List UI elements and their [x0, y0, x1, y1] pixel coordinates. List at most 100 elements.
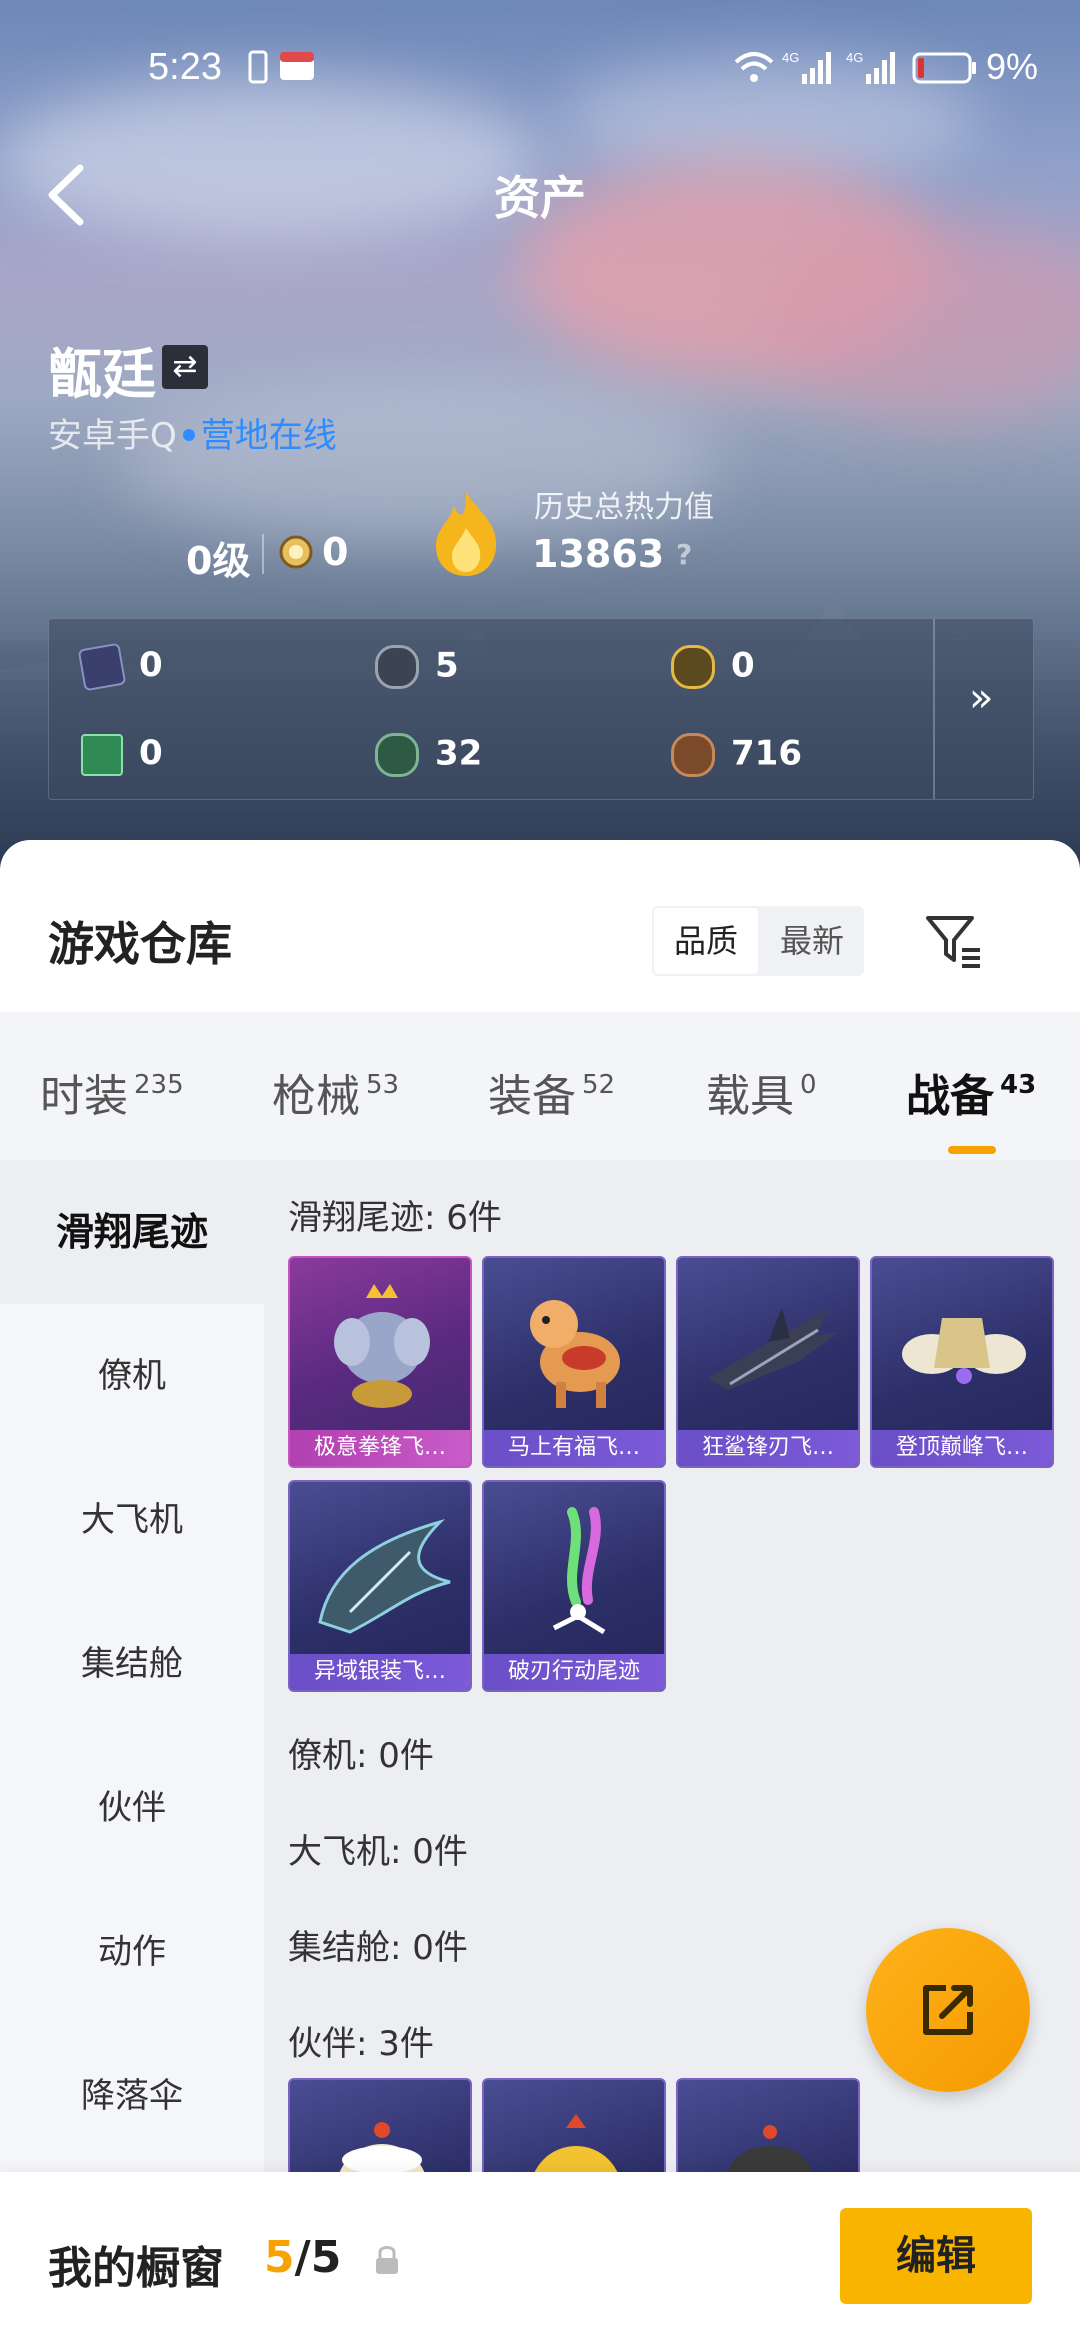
profile-hero: 5:23 4G 4G 9% 资产 甑廷 ⇄ 安卓手Q 营地在线 0级 0 历史总热… [0, 0, 1080, 880]
item-label: 异域银装飞… [290, 1654, 470, 1690]
currency-item: 0 [81, 733, 163, 776]
currency-value: 0 [139, 645, 163, 685]
showcase-bar: 我的橱窗 5/5 编辑 [0, 2172, 1080, 2340]
currency-value: 0 [731, 645, 755, 686]
more-currency-button[interactable]: » [969, 675, 993, 721]
currency-panel[interactable]: 0 5 0 0 32 716 » [48, 618, 1034, 800]
sidebar-item-pod[interactable]: 集结舱 [0, 1592, 264, 1736]
filter-icon[interactable] [922, 908, 986, 972]
switch-account-icon[interactable]: ⇄ [162, 345, 208, 389]
sidebar-item-companion[interactable]: 伙伴 [0, 1736, 264, 1880]
item-label: 极意拳锋飞… [290, 1430, 470, 1466]
sort-latest-option[interactable]: 最新 [760, 906, 864, 976]
tab-readiness[interactable]: 战备 43 [906, 1060, 1036, 1124]
currency-item: 0 [77, 642, 163, 691]
player-name: 甑廷 [48, 343, 156, 406]
external-link-icon [923, 1985, 973, 2035]
sidebar-item-plane[interactable]: 大飞机 [0, 1448, 264, 1592]
sidebar-item-glide-trail[interactable]: 滑翔尾迹 [0, 1160, 264, 1304]
sort-quality-option[interactable]: 品质 [654, 908, 758, 974]
platform-label: 安卓手Q [48, 416, 177, 456]
heat-value: 13863 [532, 532, 665, 576]
status-time: 5:23 [148, 46, 222, 88]
item-grid: 滑翔尾迹: 6件 极意拳锋飞… 马上有福飞… 狂鲨锋刃飞… 登顶巅峰飞… 异域银… [264, 1160, 1080, 2340]
tab-vehicles[interactable]: 载具 0 [706, 1060, 817, 1124]
item-card[interactable]: 极意拳锋飞… [288, 1256, 472, 1468]
page-title: 资产 [494, 171, 586, 225]
sort-toggle: 品质 最新 [652, 906, 864, 976]
currency-item: 32 [375, 733, 482, 777]
tab-count: 0 [800, 1070, 817, 1100]
signal-icon: 4G [846, 50, 895, 84]
jet-wing-icon [902, 1318, 1026, 1384]
edit-button[interactable]: 编辑 [840, 2208, 1032, 2304]
currency-value: 32 [435, 733, 483, 774]
divider [933, 619, 935, 799]
share-button[interactable] [866, 1928, 1030, 2092]
showcase-title: 我的橱窗 [48, 2243, 224, 2294]
silver-coin-icon [375, 645, 419, 689]
tab-outfits[interactable]: 时装 235 [40, 1060, 184, 1124]
tab-label: 装备 [488, 1071, 576, 1122]
item-card[interactable]: 破刃行动尾迹 [482, 1480, 666, 1692]
ticket-icon [81, 733, 123, 776]
battery-icon [912, 52, 976, 84]
flame-icon [436, 492, 497, 576]
section-title: 滑翔尾迹: 6件 [288, 1198, 502, 1238]
item-label: 登顶巅峰飞… [872, 1430, 1052, 1466]
item-label: 狂鲨锋刃飞… [678, 1430, 858, 1466]
currency-item: 5 [375, 645, 459, 689]
category-tabs: 时装 235 枪械 53 装备 52 载具 0 战备 43 [0, 1012, 1080, 1160]
shark-glider-icon [708, 1308, 838, 1390]
app-notification-icon [280, 52, 314, 80]
smoke-trail-icon [552, 1507, 606, 1635]
tab-count: 235 [134, 1070, 184, 1100]
tab-label: 载具 [706, 1071, 794, 1122]
tab-guns[interactable]: 枪械 53 [272, 1060, 399, 1124]
tab-equipment[interactable]: 装备 52 [488, 1060, 615, 1124]
item-card[interactable]: 马上有福飞… [482, 1256, 666, 1468]
rank-badge-icon [279, 535, 313, 569]
svg-text:4G: 4G [846, 50, 863, 65]
item-card[interactable]: 狂鲨锋刃飞… [676, 1256, 860, 1468]
lock-icon [376, 2246, 398, 2274]
player-level: 0级 [186, 539, 251, 583]
warehouse-sheet: 游戏仓库 品质 最新 时装 235 枪械 53 装备 52 载具 0 战备 43 滑翔尾迹… [0, 840, 1080, 2340]
battery-percent: 9% [986, 46, 1039, 87]
tab-label: 枪械 [272, 1071, 360, 1122]
svg-text:4G: 4G [782, 50, 799, 65]
divider [262, 534, 264, 574]
currency-value: 5 [435, 645, 459, 686]
elephant-boxer-icon [334, 1284, 430, 1408]
item-card[interactable]: 登顶巅峰飞… [870, 1256, 1054, 1468]
lucky-horse-icon [530, 1300, 620, 1408]
sidebar-item-wingman[interactable]: 僚机 [0, 1304, 264, 1448]
category-sidebar: 滑翔尾迹 僚机 大飞机 集结舱 伙伴 动作 降落伞 [0, 1160, 264, 2340]
item-label: 马上有福飞… [484, 1430, 664, 1466]
tab-count: 53 [366, 1070, 400, 1100]
showcase-count: 5/5 [264, 2232, 341, 2283]
heat-label: 历史总热力值 [534, 490, 714, 525]
section-title: 伙伴: 3件 [288, 2024, 434, 2064]
help-icon[interactable]: ? [676, 538, 692, 571]
exotic-silver-wing-icon [318, 1518, 451, 1634]
section-title: 僚机: 0件 [288, 1736, 434, 1776]
item-card[interactable]: 异域银装飞… [288, 1480, 472, 1692]
player-platform: 安卓手Q 营地在线 [48, 408, 337, 457]
tab-label: 时装 [40, 1071, 128, 1122]
signal-icon: 4G [782, 50, 831, 84]
section-title: 集结舱: 0件 [288, 1928, 468, 1968]
sidebar-item-emote[interactable]: 动作 [0, 1880, 264, 2024]
online-dot [182, 428, 195, 441]
sidebar-item-parachute[interactable]: 降落伞 [0, 2024, 264, 2168]
tab-count: 52 [582, 1070, 616, 1100]
green-coin-icon [375, 733, 419, 777]
gold-coin-icon [671, 645, 715, 689]
status-bar: 5:23 4G 4G 9% [0, 0, 1080, 130]
bronze-coin-icon [671, 733, 715, 777]
wifi-icon [734, 52, 774, 82]
currency-item: 0 [671, 645, 755, 689]
rank-badge-value: 0 [322, 530, 349, 574]
section-title: 大飞机: 0件 [288, 1832, 468, 1872]
currency-item: 716 [671, 733, 802, 777]
